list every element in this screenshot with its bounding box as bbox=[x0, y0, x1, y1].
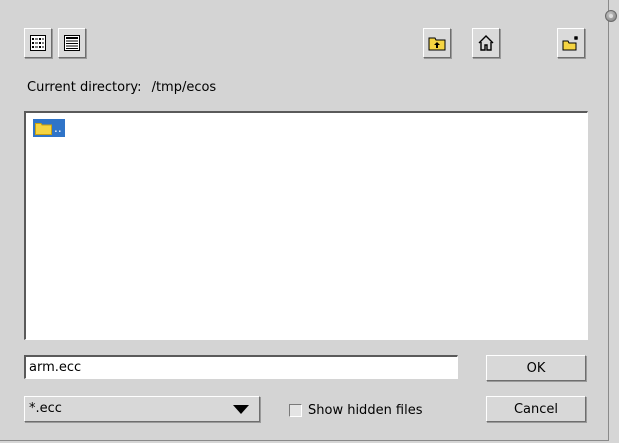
list-view-button[interactable] bbox=[24, 28, 52, 58]
show-hidden-files-label: Show hidden files bbox=[308, 402, 423, 418]
new-folder-icon bbox=[562, 36, 578, 51]
details-view-button[interactable] bbox=[58, 28, 86, 58]
cancel-button[interactable]: Cancel bbox=[486, 396, 586, 422]
file-chooser-dialog: Current directory:/tmp/ecos .. OK *.ecc … bbox=[0, 0, 609, 441]
file-type-filter-value: *.ecc bbox=[29, 401, 62, 416]
home-icon bbox=[478, 35, 494, 51]
current-directory-label: Current directory: bbox=[27, 80, 142, 95]
dropdown-arrow-icon bbox=[233, 405, 249, 414]
file-list[interactable]: .. bbox=[24, 111, 588, 340]
current-directory-path: /tmp/ecos bbox=[151, 80, 217, 95]
new-folder-button[interactable] bbox=[557, 28, 585, 58]
list-view-icon bbox=[30, 35, 46, 51]
file-type-filter[interactable]: *.ecc bbox=[24, 396, 260, 422]
close-icon[interactable] bbox=[605, 10, 617, 22]
show-hidden-files-toggle[interactable]: Show hidden files bbox=[289, 402, 423, 418]
show-hidden-files-checkbox[interactable] bbox=[289, 403, 302, 417]
folder-up-icon bbox=[428, 37, 446, 51]
filename-input[interactable] bbox=[24, 355, 458, 379]
list-item[interactable]: .. bbox=[33, 119, 65, 137]
ok-button[interactable]: OK bbox=[486, 355, 586, 381]
details-view-icon bbox=[64, 35, 80, 51]
parent-directory-button[interactable] bbox=[423, 28, 451, 58]
current-directory: Current directory: /tmp/ecos bbox=[27, 80, 216, 96]
list-item-name: .. bbox=[54, 121, 62, 135]
home-directory-button[interactable] bbox=[472, 28, 500, 58]
folder-icon bbox=[35, 122, 52, 135]
